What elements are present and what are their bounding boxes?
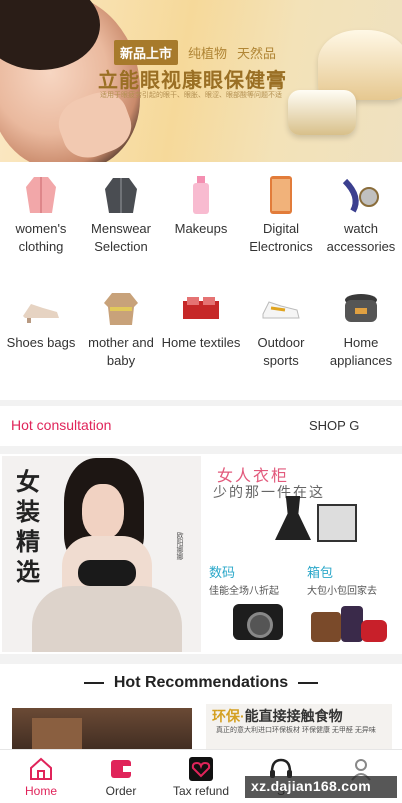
category-home-appliances[interactable]: Home appliances [321, 288, 401, 370]
category-home-textiles[interactable]: Home textiles [161, 288, 241, 352]
hot-consultation-label: Hot consultation [11, 417, 112, 433]
category-label: Home appliances [329, 335, 393, 368]
hero-banner[interactable]: 新品上市 纯植物 天然品 立能眼视康眼保健膏 适用于眼疲劳引起的眼干、眼胀、眼涩… [0, 0, 402, 162]
hot-consultation-ticker[interactable]: SHOP G [309, 418, 361, 433]
category-label: Shoes bags [6, 335, 76, 350]
promo-digital-subtitle: 佳能全场八折起 [209, 586, 279, 597]
camera-image [233, 604, 283, 640]
home-icon [28, 756, 54, 782]
heart-icon [188, 756, 214, 782]
tag-natural: 天然品 [237, 46, 277, 61]
recommend-card-furniture[interactable] [12, 708, 192, 754]
hot-consultation-bar[interactable]: Hot consultation SHOP G [0, 406, 402, 446]
skirt-image [317, 504, 357, 542]
recommend-card-eco[interactable]: 环保·能直接接触食物 真正的意大利进口环保板材 环保健康 无甲醛 无异味 [206, 704, 392, 754]
sneaker-icon [259, 288, 303, 330]
model-top-image [78, 560, 136, 586]
model-coat-image [32, 586, 182, 652]
phone-icon [259, 174, 303, 216]
tag-plant: 纯植物 [188, 46, 228, 61]
promo-bags-subtitle: 大包小包回家去 [307, 586, 377, 597]
rec-card2-subtitle: 真正的意大利进口环保板材 环保健康 无甲醛 无异味 [216, 727, 376, 734]
category-watch-accessories[interactable]: watch accessories [321, 174, 401, 256]
category-makeups[interactable]: Makeups [161, 174, 241, 238]
bags-image [311, 606, 387, 644]
category-menswear[interactable]: Menswear Selection [81, 174, 161, 256]
hot-recommendations: Hot Recommendations 环保·能直接接触食物 真正的意大利进口环… [0, 664, 402, 754]
category-label: Home textiles [161, 335, 241, 350]
tab-label: Home [24, 784, 57, 798]
bed-icon [179, 288, 223, 330]
watch-icon [339, 174, 383, 216]
category-label: mother and baby [88, 335, 154, 368]
tag-new: 新品上市 [114, 40, 179, 65]
banner-title: 立能眼视康眼保健膏 [98, 70, 287, 92]
rec-heading-text: Hot Recommendations [113, 674, 289, 691]
tab-label: Tax refund [172, 784, 230, 798]
section-heading: Hot Recommendations [0, 674, 402, 692]
promo-wardrobe-subtitle: 少的那一件在这 [213, 484, 325, 500]
banner-subtitle: 适用于眼疲劳引起的眼干、眼胀、眼涩、眼部酸等问题不适 [100, 92, 282, 99]
category-shoes-bags[interactable]: Shoes bags [1, 288, 81, 352]
tab-order[interactable]: Order [81, 750, 161, 798]
category-label: Digital Electronics [249, 221, 313, 254]
lotion-icon [179, 174, 223, 216]
category-mother-baby[interactable]: mother and baby [81, 288, 161, 370]
category-digital-electronics[interactable]: Digital Electronics [241, 174, 321, 256]
category-label: watch accessories [326, 221, 396, 254]
promo-left-title: 女装精选 [16, 469, 40, 586]
promo-section: 女装精选 欧阳娜娜 女人衣柜 少的那一件在这 数码 佳能全场八折起 箱包 大包小… [0, 454, 402, 654]
cream-jar-small-image [288, 90, 356, 135]
jacket-icon [99, 174, 143, 216]
tab-home[interactable]: Home [1, 750, 81, 798]
rec-card2-title: 环保·能直接接触食物 [212, 708, 343, 724]
promo-women-selection[interactable]: 女装精选 欧阳娜娜 [2, 456, 201, 652]
coat-icon [19, 174, 63, 216]
category-outdoor-sports[interactable]: Outdoor sports [241, 288, 321, 370]
tab-tax-refund[interactable]: Tax refund [161, 750, 241, 798]
category-label: Menswear Selection [91, 221, 151, 254]
category-grid: women's clothing Menswear Selection Make… [0, 162, 402, 400]
category-label: women's clothing [15, 221, 67, 254]
dress-image [275, 496, 311, 540]
rice-cooker-icon [339, 288, 383, 330]
category-womens-clothing[interactable]: women's clothing [1, 174, 81, 256]
wallet-icon [108, 756, 134, 782]
banner-tags: 新品上市 纯植物 天然品 [114, 40, 276, 65]
site-watermark: xz.dajian168.com [245, 776, 397, 798]
promo-right-panel: 女人衣柜 少的那一件在这 数码 佳能全场八折起 箱包 大包小包回家去 [203, 456, 400, 652]
tab-label: Order [105, 784, 137, 798]
category-label: Makeups [174, 221, 228, 236]
shoe-icon [19, 288, 63, 330]
baby-dress-icon [99, 288, 143, 330]
category-label: Outdoor sports [257, 335, 305, 368]
promo-bags-title[interactable]: 箱包 [307, 562, 333, 581]
promo-digital-title[interactable]: 数码 [209, 562, 235, 581]
model-face-image [82, 484, 124, 539]
promo-left-signature: 欧阳娜娜 [176, 532, 183, 560]
